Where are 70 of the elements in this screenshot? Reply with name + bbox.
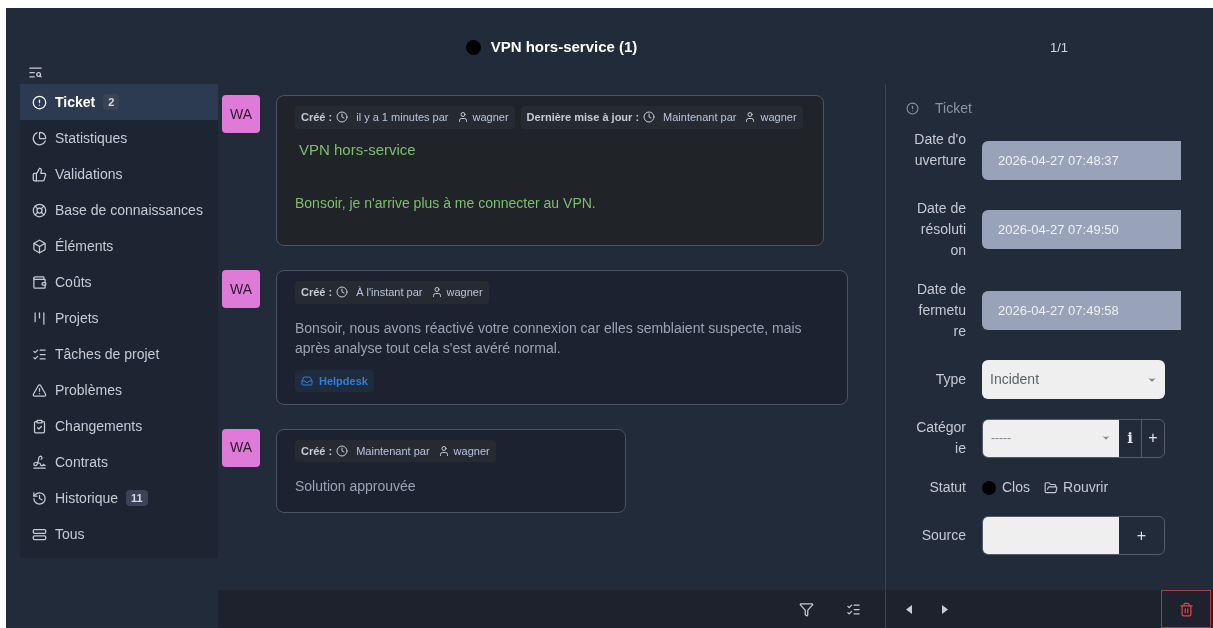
checklist-icon[interactable]	[846, 601, 861, 617]
field-label: Source	[920, 526, 966, 545]
status-text: Clos	[1002, 478, 1030, 497]
reopen-button[interactable]: Rouvrir	[1044, 477, 1109, 498]
clipboard-check-icon	[32, 418, 47, 434]
clock-icon	[336, 445, 349, 457]
rows-icon	[32, 526, 47, 542]
author-link[interactable]: wagner	[760, 109, 797, 126]
date-field: 2026-04-27 07:49:50	[982, 210, 1181, 249]
meta-label: Créé :	[301, 285, 333, 300]
meta-label: Dernière mise à jour :	[526, 110, 640, 125]
clock-icon	[336, 111, 349, 124]
meta-time: il y a 1 minutes par	[356, 110, 449, 125]
sidebar-item[interactable]: Ticket 2	[20, 84, 218, 120]
field-label: Catégorie	[915, 418, 966, 458]
field-label: Date d'ouverture	[914, 130, 966, 170]
user-icon	[456, 111, 469, 124]
message-text: Bonsoir, je n'arrive plus à me connecter au VPN.	[295, 194, 597, 213]
date-field: 2026-04-27 07:48:37	[982, 141, 1181, 180]
box-icon	[32, 238, 47, 254]
meta-time: Maintenant par	[663, 110, 737, 125]
folder-icon	[1044, 480, 1058, 495]
alert-circle-icon	[32, 94, 47, 110]
field-label: Date de fermeture	[915, 280, 966, 341]
field-label: Date de résolution	[915, 199, 966, 260]
lifebuoy-icon	[32, 202, 47, 218]
source-tag: Helpdesk	[295, 369, 374, 392]
section-title: Ticket	[935, 99, 972, 118]
avatar: WA	[222, 95, 260, 133]
avatar: WA	[222, 270, 260, 308]
filter-icon[interactable]	[799, 601, 814, 617]
user-icon	[430, 286, 443, 299]
pager-text: 1/1	[1049, 39, 1069, 57]
warning-icon	[32, 382, 47, 398]
pie-chart-icon	[32, 130, 47, 146]
wallet-icon	[32, 274, 47, 290]
field-label: Statut	[928, 478, 966, 497]
type-select[interactable]: Incident	[982, 360, 1165, 399]
user-icon	[744, 111, 757, 124]
next-icon[interactable]	[942, 604, 948, 614]
clock-icon	[336, 286, 349, 299]
user-icon	[437, 445, 450, 457]
author-link[interactable]: wagner	[472, 109, 509, 126]
alert-circle-icon	[906, 102, 919, 115]
ticket-title: VPN hors-service	[299, 139, 417, 160]
checklist-icon	[32, 346, 47, 362]
inbox-icon	[301, 374, 313, 387]
author-link[interactable]: wagner	[453, 442, 490, 460]
thumbs-up-icon	[32, 166, 47, 182]
history-icon	[32, 490, 47, 506]
clock-icon	[643, 111, 656, 124]
field-label: Type	[934, 370, 966, 389]
signature-icon	[32, 454, 47, 470]
kanban-icon	[32, 310, 47, 326]
ticket-title: VPN hors-service (1)	[490, 37, 638, 57]
date-field: 2026-04-27 07:49:58	[982, 291, 1181, 330]
meta-label: Créé :	[301, 110, 333, 125]
message-text: Solution approuvée	[295, 477, 417, 497]
count-badge: 2	[103, 93, 120, 111]
trash-icon	[1178, 601, 1194, 617]
meta-time: À l'instant par	[356, 285, 423, 300]
previous-icon[interactable]	[906, 604, 912, 614]
meta-time: Maintenant par	[356, 443, 430, 459]
author-link[interactable]: wagner	[446, 284, 483, 301]
meta-label: Créé :	[301, 443, 333, 459]
delete-button[interactable]	[1161, 590, 1211, 628]
avatar: WA	[222, 428, 260, 467]
toggle-menu-icon[interactable]	[28, 65, 43, 80]
count-badge: 11	[126, 489, 148, 507]
message-text: Bonsoir, nous avons réactivé votre connexion car elles semblaient suspecte, mais après analyse tout cela s'est avéré normal.	[295, 318, 803, 358]
